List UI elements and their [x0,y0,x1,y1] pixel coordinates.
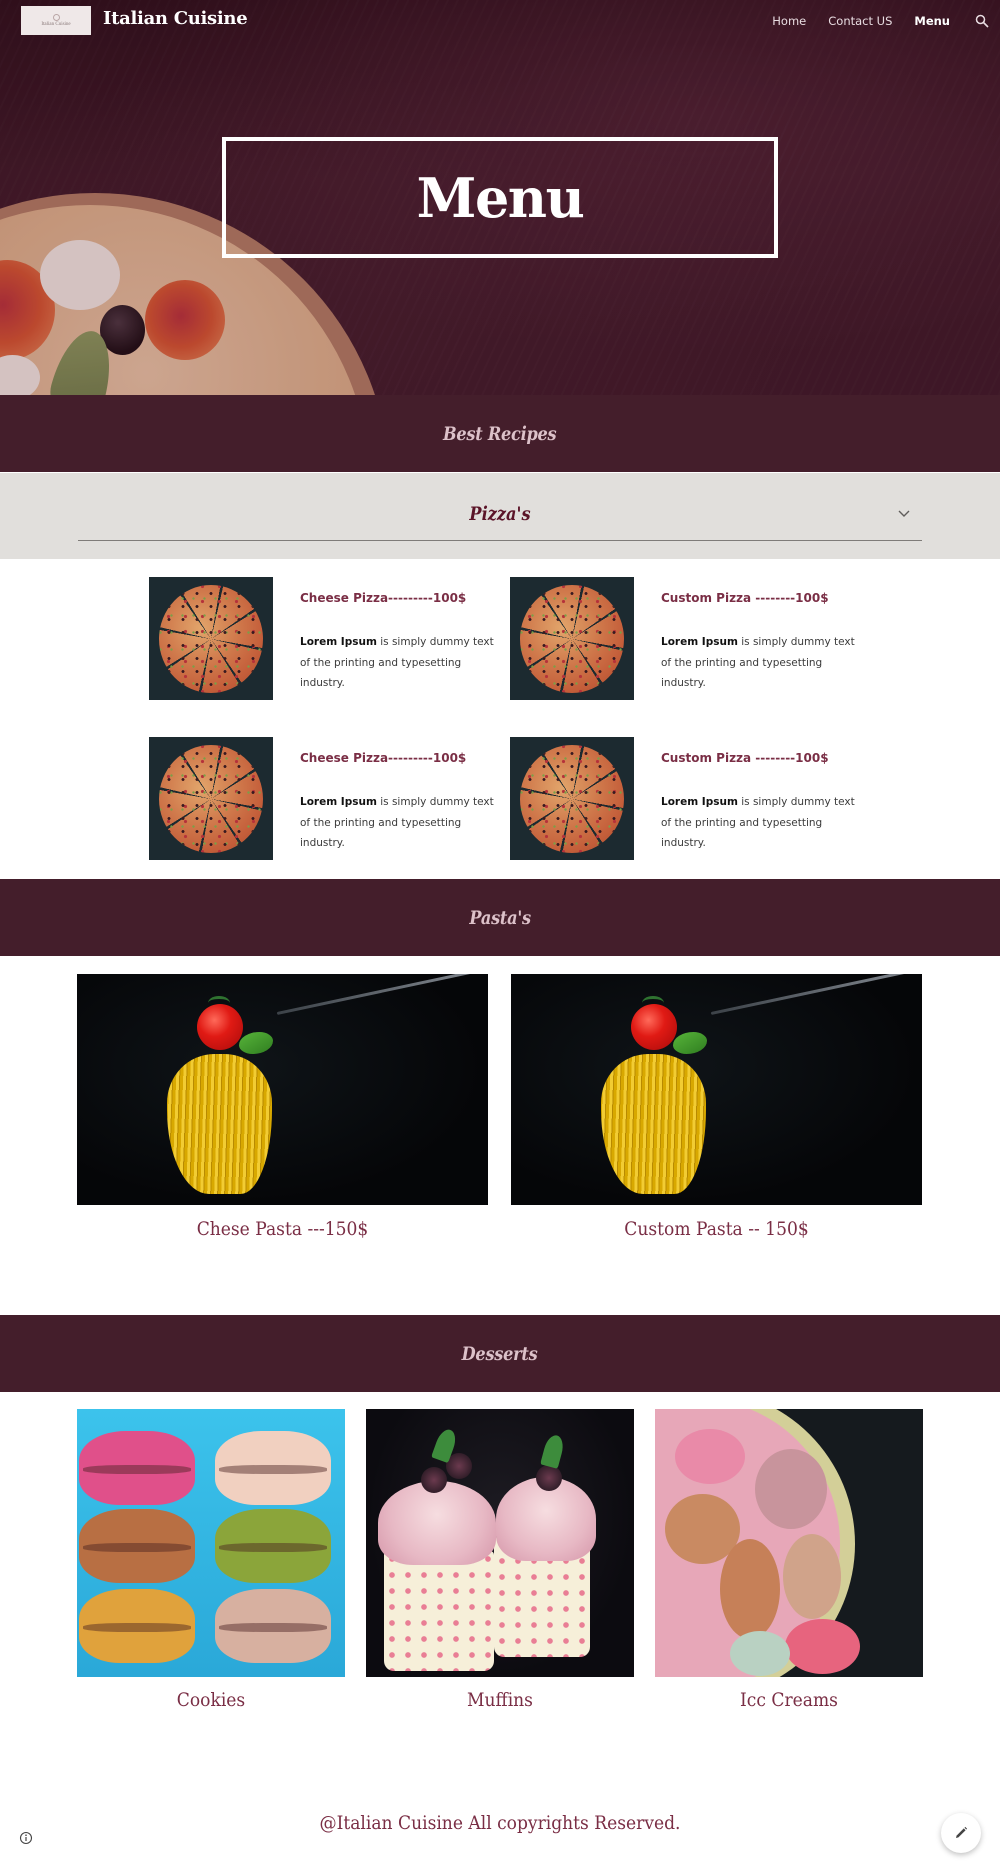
info-icon[interactable] [19,1831,33,1845]
pasta-caption: Chese Pasta ---150$ [196,1218,369,1240]
copyright-text: @Italian Cuisine All copyrights Reserved… [319,1812,681,1834]
pizza-accordion-header[interactable]: Pizza's [0,473,1000,559]
pizza-name: Custom Pizza --------100$ [661,751,829,765]
dessert-image-cookies [77,1409,345,1677]
pizza-image [510,737,634,860]
dessert-caption: Icc Creams [740,1689,838,1711]
pizza-description: Lorem Ipsum is simply dummy text of the … [661,796,855,849]
page-title: Menu [416,165,585,230]
pizza-item: Custom Pizza --------100$ Lorem Ipsum is… [510,737,870,861]
accordion-divider [78,540,922,541]
site-title[interactable]: Italian Cuisine [103,8,248,29]
pizza-image [149,737,273,860]
pizza-mozzarella [40,240,120,310]
pizza-item: Custom Pizza --------100$ Lorem Ipsum is… [510,577,870,701]
section-title: Desserts [462,1342,538,1365]
search-button[interactable] [972,11,992,31]
nav-contact-us[interactable]: Contact US [828,14,892,28]
section-desserts: Desserts [0,1315,1000,1392]
section-title: Best Recipes [443,422,557,445]
logo-emblem-icon [52,14,60,21]
pizza-image [510,577,634,700]
pasta-image [511,974,922,1205]
dessert-caption: Cookies [176,1689,246,1711]
pizza-name: Custom Pizza --------100$ [661,591,829,605]
accordion-title: Pizza's [469,503,531,525]
pizza-tomato [145,280,225,360]
edit-button[interactable] [941,1813,981,1853]
pizza-item: Cheese Pizza---------100$ Lorem Ipsum is… [149,737,509,861]
nav-menu[interactable]: Menu [914,14,950,28]
fork [276,974,488,1015]
pizza-item: Cheese Pizza---------100$ Lorem Ipsum is… [149,577,509,701]
dessert-image-ice-creams [655,1409,923,1677]
dessert-caption: Muffins [467,1689,533,1711]
pasta-caption: Custom Pasta -- 150$ [624,1218,809,1240]
hero-title-frame: Menu [222,137,778,258]
nav-home[interactable]: Home [772,14,806,28]
dessert-image-muffins [366,1409,634,1677]
site-logo[interactable]: Italian Cuisine [21,6,91,35]
search-icon [975,14,989,28]
pizza-name: Cheese Pizza---------100$ [300,591,467,605]
pizza-name: Cheese Pizza---------100$ [300,751,467,765]
chevron-down-icon[interactable] [896,506,912,522]
section-pastas: Pasta's [0,879,1000,956]
pizza-description: Lorem Ipsum is simply dummy text of the … [300,636,494,689]
top-navigation: Italian Cuisine Italian Cuisine Home Con… [0,0,1000,42]
pizza-description: Lorem Ipsum is simply dummy text of the … [661,636,855,689]
pizza-mozzarella [0,355,40,395]
pizza-description: Lorem Ipsum is simply dummy text of the … [300,796,494,849]
pencil-icon [956,1826,968,1838]
logo-text: Italian Cuisine [41,22,71,27]
section-title: Pasta's [469,906,531,929]
section-best-recipes: Best Recipes [0,395,1000,472]
nav-links: Home Contact US Menu [772,0,1000,42]
pasta-image [77,974,488,1205]
pizza-image [149,577,273,700]
fork [710,974,922,1015]
